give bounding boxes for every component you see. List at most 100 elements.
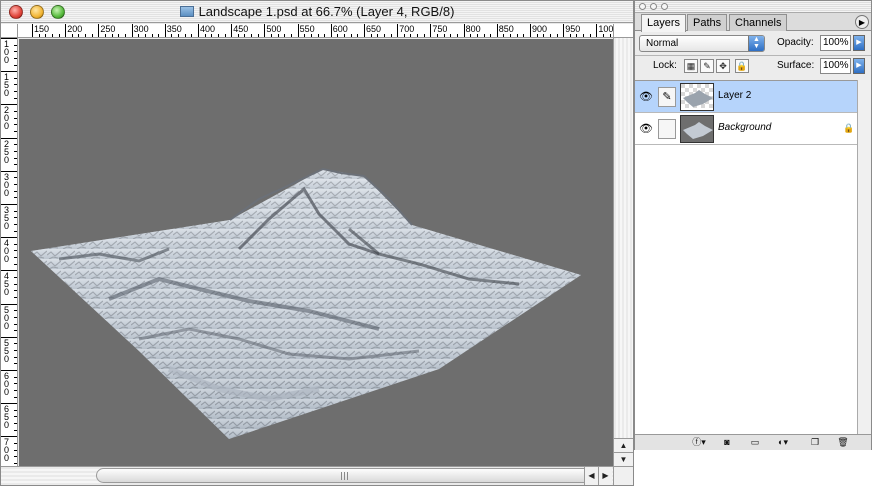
surface-slider-arrow-icon[interactable]: ▶ bbox=[853, 58, 865, 74]
ruler-origin[interactable] bbox=[1, 24, 18, 38]
ruler-h-label: 200 bbox=[67, 24, 83, 34]
ruler-minor-tick bbox=[14, 462, 17, 464]
ruler-minor-tick bbox=[14, 343, 17, 345]
ruler-minor-tick bbox=[370, 34, 372, 37]
ruler-minor-tick bbox=[71, 34, 73, 37]
ruler-minor-tick bbox=[14, 190, 17, 192]
ruler-h-label: 600 bbox=[332, 24, 348, 34]
mask-icon[interactable]: ◙ bbox=[719, 436, 735, 449]
blend-mode-select[interactable]: Normal ▲ ▼ bbox=[639, 35, 765, 52]
ruler-minor-tick bbox=[14, 57, 17, 59]
ruler-v-label: 100 bbox=[3, 39, 9, 65]
ruler-h-label: 550 bbox=[299, 24, 315, 34]
ruler-minor-tick bbox=[158, 34, 160, 37]
ruler-minor-tick bbox=[569, 34, 571, 37]
palette-menu-arrow-icon[interactable]: ▶ bbox=[855, 15, 869, 29]
ruler-minor-tick bbox=[443, 34, 445, 37]
palette-titlebar[interactable] bbox=[635, 1, 871, 13]
ruler-minor-tick bbox=[337, 34, 339, 37]
trash-icon[interactable]: 🗑 bbox=[835, 436, 851, 449]
layer-name[interactable]: Background bbox=[718, 122, 771, 133]
eye-visibility-icon[interactable]: 👁 bbox=[638, 121, 654, 137]
ruler-h-label: 450 bbox=[233, 24, 249, 34]
ruler-minor-tick bbox=[105, 34, 107, 37]
image-canvas[interactable] bbox=[19, 39, 613, 466]
lock-label: Lock: bbox=[653, 60, 677, 71]
horizontal-ruler[interactable]: 150 200 250 300 350 400 450 500 550 600 650 700 750 8… bbox=[18, 24, 613, 38]
surface-field[interactable]: 100% bbox=[820, 58, 851, 74]
horizontal-scrollbar[interactable]: ◀ ▶ bbox=[1, 466, 613, 485]
ruler-minor-tick bbox=[14, 409, 17, 411]
lock-transparency-icon[interactable]: ▦ bbox=[684, 59, 698, 73]
vertical-ruler[interactable]: 1001502002503003504004505005506006507007 bbox=[1, 38, 18, 466]
blend-mode-stepper-icon[interactable]: ▲ ▼ bbox=[748, 36, 764, 51]
new-set-icon[interactable]: ▭ bbox=[747, 436, 763, 449]
layer-thumbnail[interactable] bbox=[680, 115, 714, 143]
layer-row-layer-2[interactable]: 👁 ✎ Layer 2 bbox=[635, 81, 857, 113]
ruler-minor-tick bbox=[304, 34, 306, 37]
ruler-minor-tick bbox=[14, 283, 17, 285]
horizontal-scroll-thumb[interactable] bbox=[96, 468, 594, 483]
lock-image-brush-icon[interactable]: ✎ bbox=[700, 59, 714, 73]
palette-zoom-button[interactable] bbox=[661, 3, 668, 10]
ruler-minor-tick bbox=[14, 197, 17, 199]
eye-visibility-icon[interactable]: 👁 bbox=[638, 89, 654, 105]
ruler-minor-tick bbox=[14, 117, 17, 119]
ruler-minor-tick bbox=[523, 34, 525, 37]
document-titlebar[interactable]: Landscape 1.psd at 66.7% (Layer 4, RGB/8… bbox=[1, 1, 633, 23]
ruler-v-label: 350 bbox=[3, 205, 9, 231]
scroll-up-arrow-icon[interactable]: ▲ bbox=[614, 438, 633, 452]
lock-position-move-icon[interactable]: ✥ bbox=[716, 59, 730, 73]
scroll-grip-icon bbox=[341, 472, 349, 480]
tab-layers[interactable]: Layers bbox=[641, 14, 687, 32]
layer-style-icon[interactable]: ⓕ▾ bbox=[691, 436, 707, 449]
link-cell[interactable] bbox=[658, 119, 676, 139]
ruler-minor-tick bbox=[417, 34, 419, 37]
ruler-minor-tick bbox=[14, 310, 17, 312]
ruler-minor-tick bbox=[423, 34, 425, 37]
ruler-v-label: 650 bbox=[3, 404, 9, 431]
ruler-minor-tick bbox=[14, 443, 17, 445]
ruler-minor-tick bbox=[14, 330, 17, 332]
scroll-left-arrow-icon[interactable]: ◀ bbox=[584, 467, 598, 485]
ruler-minor-tick bbox=[14, 456, 17, 458]
vertical-scrollbar[interactable]: ▲ ▼ bbox=[613, 24, 633, 466]
ruler-minor-tick bbox=[350, 34, 352, 37]
ruler-minor-tick bbox=[284, 34, 286, 37]
adjustment-layer-icon[interactable]: ◐▾ bbox=[775, 436, 791, 449]
brush-edit-icon[interactable]: ✎ bbox=[658, 87, 676, 107]
ruler-v-label: 550 bbox=[3, 337, 9, 364]
ruler-minor-tick bbox=[516, 34, 518, 37]
ruler-minor-tick bbox=[151, 34, 153, 37]
ruler-v-label: 600 bbox=[3, 371, 9, 397]
layer-thumbnail[interactable] bbox=[680, 83, 714, 111]
layer-name[interactable]: Layer 2 bbox=[718, 90, 751, 101]
new-layer-icon[interactable]: ❐ bbox=[807, 436, 823, 449]
ruler-minor-tick bbox=[14, 177, 17, 179]
ruler-minor-tick bbox=[171, 34, 173, 37]
ruler-minor-tick bbox=[191, 34, 193, 37]
ruler-minor-tick bbox=[470, 34, 472, 37]
ruler-minor-tick bbox=[357, 34, 359, 37]
layer-row-background[interactable]: 👁 Background 🔒 bbox=[635, 113, 857, 145]
tab-paths[interactable]: Paths bbox=[687, 14, 728, 31]
ruler-minor-tick bbox=[383, 34, 385, 37]
resize-grip[interactable] bbox=[613, 466, 633, 485]
ruler-minor-tick bbox=[14, 184, 17, 186]
tab-channels[interactable]: Channels bbox=[729, 14, 788, 31]
ruler-h-label: 850 bbox=[498, 24, 514, 34]
scroll-right-arrow-icon[interactable]: ▶ bbox=[598, 467, 612, 485]
palette-close-button[interactable] bbox=[639, 3, 646, 10]
ruler-minor-tick bbox=[217, 34, 219, 37]
ruler-minor-tick bbox=[224, 34, 226, 37]
palette-minimize-button[interactable] bbox=[650, 3, 657, 10]
opacity-slider-arrow-icon[interactable]: ▶ bbox=[853, 35, 865, 51]
layer-list-scrollbar[interactable] bbox=[857, 80, 871, 434]
ruler-minor-tick bbox=[14, 124, 17, 126]
scrollbar-top-cap bbox=[614, 24, 633, 38]
scroll-down-arrow-icon[interactable]: ▼ bbox=[614, 452, 633, 466]
opacity-field[interactable]: 100% bbox=[820, 35, 851, 51]
ruler-h-label: 900 bbox=[532, 24, 548, 34]
lock-all-icon[interactable]: 🔒 bbox=[735, 59, 749, 73]
document-proxy-icon[interactable] bbox=[179, 6, 194, 17]
